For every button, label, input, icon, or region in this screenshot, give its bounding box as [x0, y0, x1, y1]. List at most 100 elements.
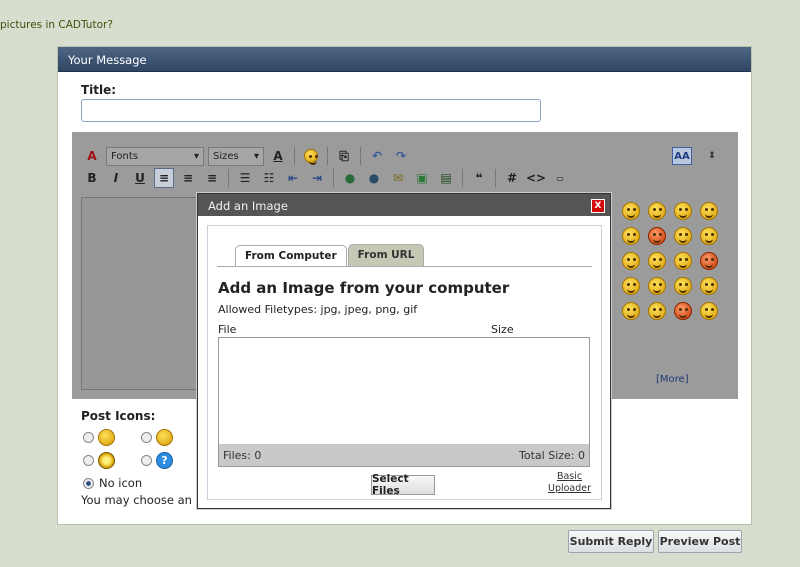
preview-post-button[interactable]: Preview Post	[658, 530, 742, 553]
php-icon[interactable]: ▭	[550, 168, 570, 188]
smilie-icon[interactable]	[648, 252, 666, 270]
smile-icon	[98, 429, 115, 446]
font-select-label: Fonts	[111, 150, 138, 162]
smilie-icon[interactable]	[700, 302, 718, 320]
title-label: Title:	[81, 83, 117, 97]
switch-mode-icon[interactable]: AA	[672, 147, 692, 165]
remove-format-icon[interactable]: A	[82, 146, 102, 166]
tab-bar: From Computer From URL	[235, 244, 425, 267]
title-input[interactable]	[81, 99, 541, 122]
radio-button[interactable]	[83, 455, 94, 466]
align-center-icon[interactable]: ≡	[178, 168, 198, 188]
file-list[interactable]: Files: 0 Total Size: 0	[218, 337, 590, 467]
thread-title-link[interactable]: pictures in CADTutor?	[0, 19, 113, 31]
smilie-icon[interactable]	[622, 252, 640, 270]
add-image-dialog: Add an Image X From Computer From URL Ad…	[197, 193, 611, 509]
basic-uploader-line1: Basic	[556, 471, 583, 482]
email-link-icon[interactable]: ✉	[388, 168, 408, 188]
smilie-icon[interactable]	[648, 302, 666, 320]
align-right-icon[interactable]: ≡	[202, 168, 222, 188]
insert-image-icon[interactable]: ▣	[412, 168, 432, 188]
no-icon-option[interactable]: No icon	[83, 476, 142, 490]
font-select[interactable]: Fonts ▾	[106, 146, 204, 166]
radio-button[interactable]	[141, 432, 152, 443]
smilie-icon[interactable]	[674, 302, 692, 320]
bold-icon[interactable]: B	[82, 168, 102, 188]
smilie-icon[interactable]	[648, 202, 666, 220]
radio-button[interactable]	[141, 455, 152, 466]
redo-icon[interactable]: ↷	[391, 146, 411, 166]
smilies-grid	[622, 202, 726, 320]
radio-button[interactable]	[83, 432, 94, 443]
lightbulb-icon	[98, 452, 115, 469]
smilie-icon[interactable]	[301, 146, 321, 166]
tab-from-url[interactable]: From URL	[347, 244, 425, 266]
smilie-icon[interactable]	[622, 302, 640, 320]
allowed-filetypes: Allowed Filetypes: jpg, jpeg, png, gif	[218, 303, 418, 316]
post-icon-option[interactable]	[83, 452, 115, 469]
smilie-icon[interactable]	[648, 277, 666, 295]
chevron-down-icon: ▾	[193, 150, 199, 162]
resize-icon[interactable]: ⇕	[702, 146, 722, 166]
radio-button-selected[interactable]	[83, 477, 94, 489]
toolbar-right: AA ⇕	[672, 146, 722, 166]
smilie-icon[interactable]	[674, 277, 692, 295]
unordered-list-icon[interactable]: ☷	[259, 168, 279, 188]
size-select[interactable]: Sizes ▾	[208, 146, 264, 166]
close-icon[interactable]: X	[591, 199, 605, 213]
code-icon[interactable]: <>	[526, 168, 546, 188]
smilie-icon[interactable]	[622, 277, 640, 295]
ordered-list-icon[interactable]: ☰	[235, 168, 255, 188]
hash-icon[interactable]: #	[502, 168, 522, 188]
dialog-body: From Computer From URL Add an Image from…	[207, 225, 602, 500]
smilie-icon[interactable]	[674, 252, 692, 270]
basic-uploader-line2: Uploader	[548, 483, 592, 494]
italic-icon[interactable]: I	[106, 168, 126, 188]
smilie-icon[interactable]	[622, 227, 640, 245]
smilie-icon[interactable]	[674, 227, 692, 245]
no-icon-label: No icon	[99, 476, 143, 490]
basic-uploader-link[interactable]: Basic Uploader	[548, 471, 591, 495]
smilie-icon[interactable]	[700, 277, 718, 295]
smile-icon	[156, 429, 173, 446]
smilie-icon[interactable]	[700, 252, 718, 270]
post-icon-option[interactable]: ?	[141, 452, 173, 469]
link-icon[interactable]: ●	[340, 168, 360, 188]
smilie-icon[interactable]	[648, 227, 666, 245]
dialog-heading: Add an Image from your computer	[218, 279, 510, 297]
smilie-icon[interactable]	[700, 202, 718, 220]
toolbar-divider	[462, 169, 463, 187]
total-size: Total Size: 0	[519, 448, 585, 462]
insert-video-icon[interactable]: ▤	[436, 168, 456, 188]
column-header-file: File	[218, 323, 237, 336]
toolbar-divider	[294, 147, 295, 165]
tab-from-computer[interactable]: From Computer	[235, 245, 347, 267]
outdent-icon[interactable]: ⇤	[283, 168, 303, 188]
attachment-icon[interactable]: ⎘	[334, 146, 354, 166]
toolbar-divider	[333, 169, 334, 187]
submit-reply-button[interactable]: Submit Reply	[568, 530, 654, 553]
size-select-label: Sizes	[213, 150, 239, 162]
smilie-icon[interactable]	[674, 202, 692, 220]
smilie-icon[interactable]	[700, 227, 718, 245]
files-count: Files: 0	[223, 448, 262, 462]
question-icon: ?	[156, 452, 173, 469]
quote-icon[interactable]: ❝	[469, 168, 489, 188]
select-files-button[interactable]: Select Files	[371, 473, 435, 497]
text-color-icon[interactable]: A	[268, 146, 288, 166]
undo-icon[interactable]: ↶	[367, 146, 387, 166]
post-icon-option[interactable]	[83, 429, 115, 446]
message-textarea[interactable]	[81, 197, 201, 390]
tab-divider	[217, 266, 592, 267]
post-icons-hint: You may choose an icon	[81, 493, 199, 507]
toolbar-row-1: A Fonts ▾ Sizes ▾ A ⎘ ↶ ↷	[82, 146, 411, 166]
underline-icon[interactable]: U	[130, 168, 150, 188]
more-smilies-link[interactable]: [More]	[656, 374, 689, 385]
unlink-icon[interactable]: ●	[364, 168, 384, 188]
post-icon-option[interactable]	[141, 429, 173, 446]
toolbar-row-2: B I U ≡ ≡ ≡ ☰ ☷ ⇤ ⇥ ● ● ✉ ▣ ▤ ❝ # <> ▭	[82, 168, 570, 188]
column-header-size: Size	[491, 323, 514, 336]
indent-icon[interactable]: ⇥	[307, 168, 327, 188]
smilie-icon[interactable]	[622, 202, 640, 220]
align-left-icon[interactable]: ≡	[154, 168, 174, 188]
